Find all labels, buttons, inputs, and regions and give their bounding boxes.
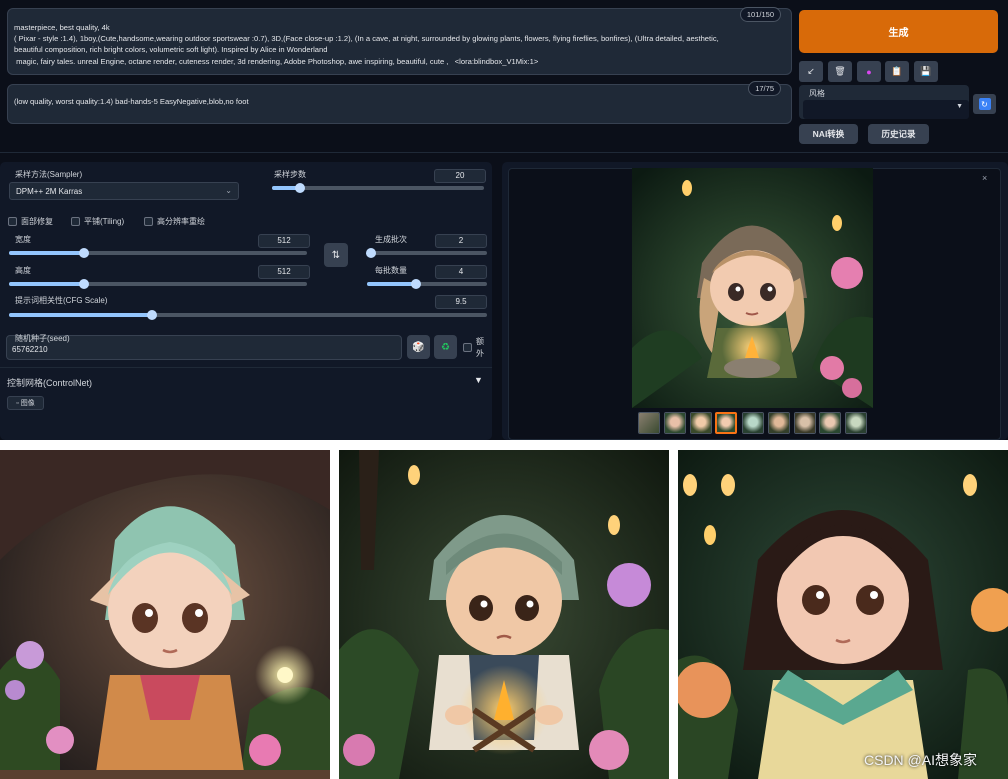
history-button[interactable]: 历史记录: [868, 124, 929, 144]
dice-icon: 🎲: [412, 341, 425, 353]
extra-networks-button[interactable]: ●: [857, 61, 881, 82]
close-icon[interactable]: ×: [982, 173, 987, 183]
gallery-thumbnail[interactable]: [819, 412, 841, 434]
width-label: 宽度: [15, 235, 31, 244]
slider-fill: [9, 313, 153, 317]
sampler-value: DPM++ 2M Karras: [16, 187, 83, 196]
negative-token-counter: 17/75: [748, 81, 781, 96]
slider-knob[interactable]: [294, 183, 305, 193]
controlnet-header[interactable]: 控制网格(ControlNet): [7, 376, 92, 389]
apply-style-button[interactable]: 📋: [885, 61, 909, 82]
divider: [0, 152, 1008, 153]
negative-prompt-text: (low quality, worst quality:1.4) bad-han…: [14, 97, 249, 106]
negative-prompt-textarea[interactable]: (low quality, worst quality:1.4) bad-han…: [7, 81, 792, 124]
divider: [0, 367, 492, 368]
slider-knob[interactable]: [365, 248, 376, 258]
steps-slider[interactable]: [272, 183, 484, 193]
gallery-thumbnail-selected[interactable]: [715, 412, 737, 434]
random-seed-button[interactable]: 🎲: [407, 335, 430, 359]
height-input[interactable]: 512: [258, 265, 310, 279]
swap-icon: ⇅: [331, 249, 341, 261]
image-icon: ▫: [16, 399, 19, 407]
style-label: 风格: [809, 89, 825, 98]
cfg-slider[interactable]: [9, 310, 487, 320]
save-style-button[interactable]: 💾: [914, 61, 938, 82]
restore-faces-label: 面部修复: [21, 217, 53, 226]
positive-token-counter: 101/150: [739, 7, 781, 22]
generated-image-campfire-boy: [339, 450, 669, 779]
watermark-text: CSDN @AI想象家: [864, 752, 977, 768]
slider-fill: [367, 282, 417, 286]
slider-fill: [9, 251, 84, 255]
batch-count-slider[interactable]: [365, 248, 487, 258]
nai-convert-button[interactable]: NAI转换: [799, 124, 858, 144]
trash-icon: 🗑: [834, 66, 846, 76]
clear-prompt-button[interactable]: 🗑: [828, 61, 852, 82]
webui-screenshot: masterpiece, best quality, 4k ( Pixar - …: [0, 0, 1008, 440]
cfg-label: 提示词相关性(CFG Scale): [15, 296, 108, 305]
positive-prompt-text: masterpiece, best quality, 4k ( Pixar - …: [14, 23, 719, 66]
extra-seed-checkbox[interactable]: [463, 343, 472, 352]
save-icon: 💾: [920, 66, 932, 76]
hires-fix-checkbox[interactable]: [144, 217, 153, 226]
chevron-down-icon: ⌄: [225, 186, 232, 195]
hires-fix-label: 高分辨率重绘: [157, 217, 205, 226]
tiling-checkbox[interactable]: [71, 217, 80, 226]
gallery-thumbnail[interactable]: [638, 412, 660, 434]
gallery-thumbnail[interactable]: [664, 412, 686, 434]
positive-prompt-textarea[interactable]: masterpiece, best quality, 4k ( Pixar - …: [7, 7, 792, 75]
cfg-input[interactable]: 9.5: [435, 295, 487, 309]
tiling-label: 平铺(Tiling): [84, 217, 125, 226]
controlnet-image-tab[interactable]: ▫ 图像: [7, 396, 44, 410]
steps-input[interactable]: 20: [434, 169, 486, 183]
reuse-seed-button[interactable]: ♻: [434, 335, 457, 359]
height-label: 高度: [15, 266, 31, 275]
refresh-icon: ↻: [978, 98, 991, 110]
controlnet-toggle-icon[interactable]: ▼: [474, 375, 483, 385]
batch-size-label: 每批数量: [375, 266, 407, 275]
gallery-thumbnail[interactable]: [690, 412, 712, 434]
width-input[interactable]: 512: [258, 234, 310, 248]
recycle-icon: ♻: [441, 341, 450, 353]
sampler-label: 采样方法(Sampler): [15, 170, 83, 179]
batch-count-label: 生成批次: [375, 235, 407, 244]
gallery-thumbnail[interactable]: [742, 412, 764, 434]
gallery-thumbnail[interactable]: [794, 412, 816, 434]
read-params-button[interactable]: ↙: [799, 61, 823, 82]
slider-knob[interactable]: [78, 279, 89, 289]
height-slider[interactable]: [9, 279, 307, 289]
style-select[interactable]: ▼: [803, 100, 969, 119]
restore-faces-checkbox[interactable]: [8, 217, 17, 226]
width-slider[interactable]: [9, 248, 307, 258]
slider-fill: [9, 282, 84, 286]
slider-knob[interactable]: [78, 248, 89, 258]
sampler-select[interactable]: DPM++ 2M Karras ⌄: [9, 182, 239, 200]
generate-button[interactable]: 生成: [799, 10, 998, 53]
generated-image-dark-haired-girl: [678, 450, 1008, 779]
gallery-main-image[interactable]: [632, 168, 873, 408]
seed-input[interactable]: 随机种子(seed) 65762210: [6, 334, 402, 360]
extra-seed-label: 额外: [476, 337, 484, 358]
refresh-styles-button[interactable]: ↻: [973, 94, 996, 114]
model-icon: ●: [866, 66, 872, 77]
batch-size-input[interactable]: 4: [435, 265, 487, 279]
style-dropdown[interactable]: 风格 ▼: [799, 85, 969, 119]
chevron-down-icon: ▼: [956, 103, 963, 110]
gallery-thumbnail[interactable]: [768, 412, 790, 434]
seed-value: 65762210: [12, 345, 48, 354]
image-tab-label: 图像: [20, 400, 35, 407]
steps-label: 采样步数: [274, 170, 306, 179]
arrow-icon: ↙: [807, 66, 815, 76]
clipboard-icon: 📋: [891, 66, 903, 76]
batch-count-input[interactable]: 2: [435, 234, 487, 248]
swap-dimensions-button[interactable]: ⇅: [324, 243, 348, 267]
seed-label: 随机种子(seed): [15, 334, 70, 343]
gallery-thumbnail[interactable]: [845, 412, 867, 434]
generated-image-elf-girl: [0, 450, 330, 779]
batch-size-slider[interactable]: [367, 279, 487, 289]
